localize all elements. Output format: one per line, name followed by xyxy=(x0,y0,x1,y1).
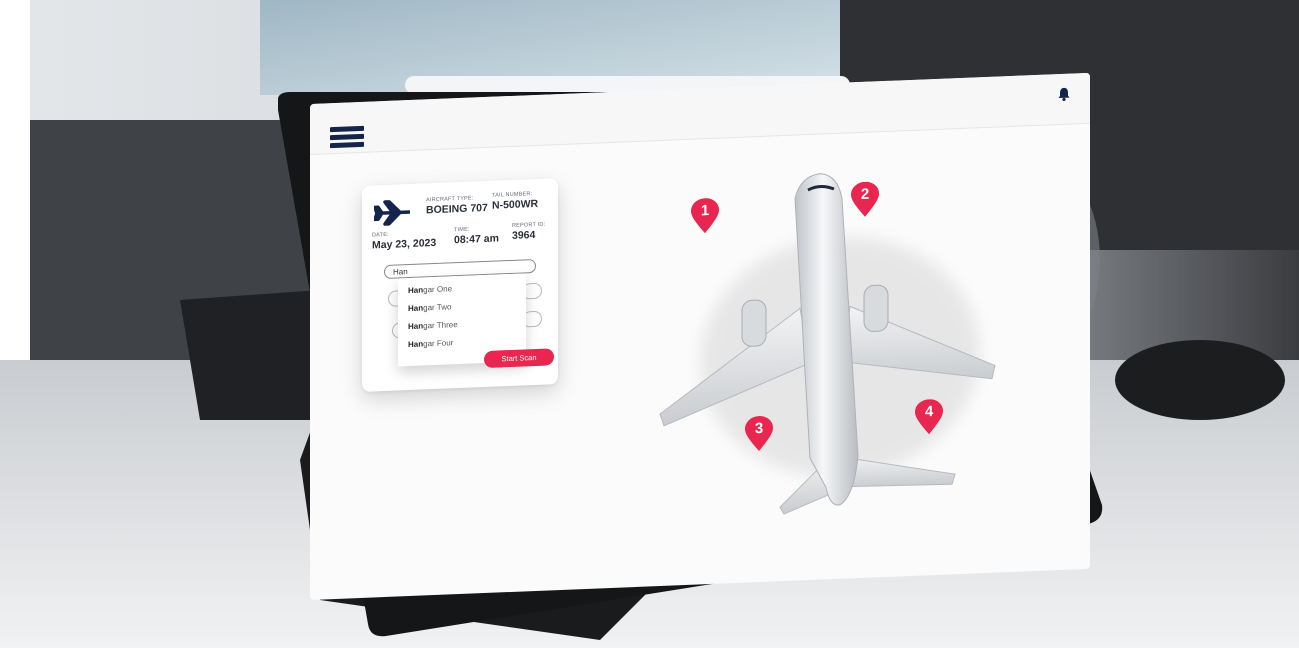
airplane-icon xyxy=(374,200,410,226)
marker-1-label: 1 xyxy=(700,202,710,220)
hamburger-menu-icon[interactable] xyxy=(330,125,364,149)
aircraft-type-value: BOEING 707 xyxy=(426,201,488,217)
suggestion-hangar-three[interactable]: Hangar Three xyxy=(408,320,458,331)
tablet-screen: AIRCRAFT TYPE: BOEING 707 TAIL NUMBER: N… xyxy=(310,72,1090,601)
time-label: TIME: xyxy=(454,226,470,234)
report-id-value: 3964 xyxy=(512,228,536,242)
bell-icon[interactable] xyxy=(1056,86,1072,103)
report-id-label: REPORT ID: xyxy=(512,221,546,229)
suggestion-hangar-two[interactable]: Hangar Two xyxy=(408,302,451,313)
date-value: May 23, 2023 xyxy=(372,236,437,252)
tail-number-value: N-500WR xyxy=(492,197,539,212)
marker-3-label: 3 xyxy=(754,419,764,438)
time-value: 08:47 am xyxy=(454,232,499,247)
suggestion-hangar-four[interactable]: Hangar Four xyxy=(408,338,453,349)
marker-4-label: 4 xyxy=(924,403,934,421)
marker-2-label: 2 xyxy=(860,185,870,203)
inspection-card: AIRCRAFT TYPE: BOEING 707 TAIL NUMBER: N… xyxy=(362,178,558,392)
start-scan-button[interactable]: Start Scan xyxy=(484,348,554,369)
date-label: DATE: xyxy=(372,231,389,239)
suggestion-hangar-one[interactable]: Hangar One xyxy=(408,284,452,295)
